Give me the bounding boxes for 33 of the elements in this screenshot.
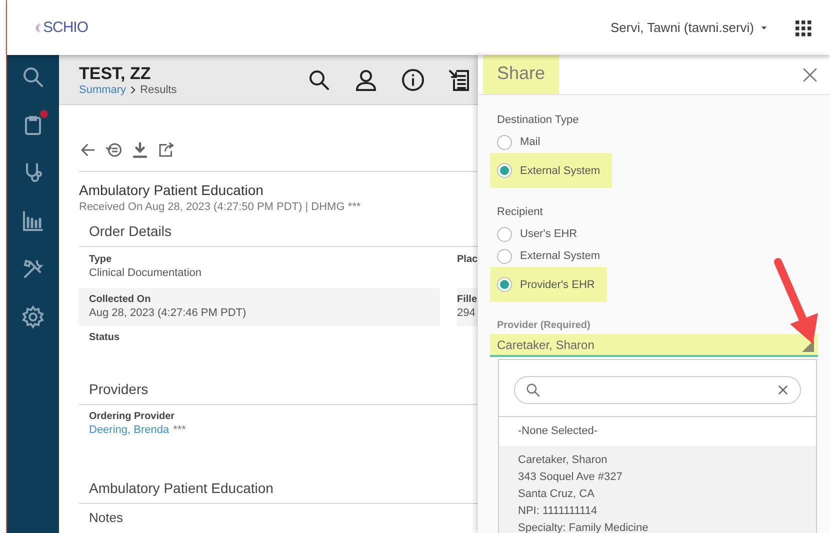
radio-label: External System [520, 164, 600, 176]
radio-label: Provider's EHR [520, 278, 595, 290]
radio-label: User's EHR [520, 228, 578, 240]
radio-label: Mail [520, 136, 540, 148]
logo: SCHIO [43, 19, 88, 36]
provider-link[interactable]: Deering, Brenda [89, 424, 170, 436]
user-menu[interactable]: Servi, Tawni (tawni.servi) [610, 20, 754, 35]
subsection-heading: Notes [88, 509, 124, 525]
field-label: Collected On [89, 294, 152, 305]
field-value: 294 [457, 307, 476, 319]
field-label: Provider (Required) [497, 320, 592, 331]
group-label: Destination Type [497, 114, 580, 126]
more-menu[interactable]: *** [173, 424, 186, 436]
section-heading: Ambulatory Patient Education [79, 470, 478, 504]
breadcrumb-link[interactable]: Summary [79, 84, 126, 96]
provider-select[interactable]: Caretaker, Sharon [490, 334, 818, 357]
document-title: Ambulatory Patient Education [79, 182, 264, 198]
radio-label: External System [520, 250, 600, 262]
field-label: Type [89, 254, 113, 265]
group-label: Recipient [497, 206, 544, 218]
received-info: Received On Aug 28, 2023 (4:27:50 PM PDT) | DHMG *** [79, 201, 362, 213]
patient-name: TEST, ZZ [79, 64, 152, 84]
field-label: Ordering Provider [89, 411, 176, 422]
section-heading: Providers [79, 371, 478, 405]
dropdown-option[interactable]: Caretaker, Sharon 343 Soquel Ave #327 Santa Cruz, CA NPI: 1111111114 Specialty: Family Medicine [499, 446, 816, 533]
breadcrumb-current: Results [140, 84, 177, 96]
field-value: Clinical Documentation [89, 267, 202, 279]
panel-title: Share [483, 55, 560, 94]
field-value: Aug 28, 2023 (4:27:46 PM PDT) [89, 307, 248, 319]
field-label: Plac [457, 254, 478, 265]
section-heading: Order Details [79, 213, 478, 247]
field-label: Fille [457, 294, 478, 305]
field-label: Status [89, 332, 121, 343]
